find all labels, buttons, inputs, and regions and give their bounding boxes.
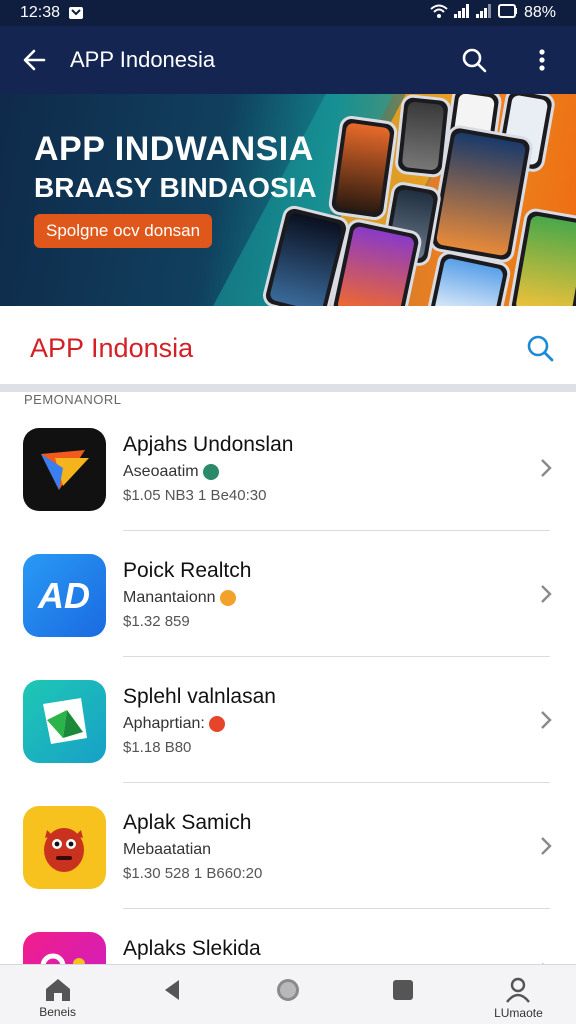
status-bar: 12:38 88%	[0, 0, 576, 26]
banner-subheadline: BRAASY BINDAOSIA	[34, 172, 317, 203]
promo-banner[interactable]: APP INDWANSIA BRAASY BINDAOSIA Spolgne o…	[0, 94, 576, 306]
section-title: APP Indonsia	[30, 332, 194, 363]
app-category: Manantaionn	[123, 589, 216, 606]
app-name: Aplaks Slekida	[123, 937, 261, 960]
home-circle-icon	[277, 978, 299, 1001]
app-meta: $1.30 528 1 B660:20	[123, 865, 263, 882]
list-item[interactable]: AD Poick Realtch Manantaionn $1.32 859	[0, 531, 576, 657]
app-category: Mebaatatian	[123, 841, 212, 858]
nav-profile-label: LUmaote	[494, 1005, 543, 1020]
svg-text:AD: AD	[37, 575, 90, 616]
globe-badge-icon	[202, 464, 219, 480]
app-name: Poick Realtch	[123, 559, 252, 582]
banner-cta-button[interactable]: Spolgne ocv donsan	[34, 214, 213, 248]
bottom-navigation: Beneis LUmaote	[0, 964, 576, 1024]
status-time: 12:38	[20, 4, 61, 21]
section-header: APP Indonsia	[0, 312, 576, 384]
back-button[interactable]	[0, 26, 70, 94]
app-category: Aphaprtian:	[123, 715, 205, 732]
nav-system-home[interactable]	[230, 965, 345, 1024]
recents-square-icon	[393, 979, 414, 1000]
arrow-logo-icon	[23, 428, 106, 511]
chevron-right-icon	[541, 585, 552, 603]
more-vert-icon	[539, 49, 545, 71]
chevron-right-icon	[541, 711, 552, 729]
wifi-icon	[430, 4, 448, 23]
list-item[interactable]: Apjahs Undonslan Aseoaatim $1.05 NB3 1 B…	[0, 405, 576, 531]
search-icon	[527, 335, 554, 362]
battery-percent: 88%	[523, 4, 556, 21]
nav-home[interactable]: Beneis	[0, 965, 115, 1024]
search-button[interactable]	[440, 26, 508, 94]
paper-logo-icon	[23, 680, 106, 763]
gift-badge-icon	[208, 716, 225, 732]
profile-icon	[506, 977, 531, 1003]
signal-icon-2	[475, 3, 492, 23]
app-category: Aseoaatim	[123, 463, 199, 480]
more-options-button[interactable]	[508, 26, 576, 94]
home-icon	[45, 978, 70, 1001]
notification-icon	[68, 6, 84, 20]
search-icon	[462, 48, 487, 73]
emoji-badge-icon	[219, 590, 236, 606]
monster-logo-icon	[23, 806, 106, 889]
app-bar: APP Indonesia	[0, 26, 576, 94]
list-item[interactable]: Splehl valnlasan Aphaprtian: $1.18 B80	[0, 657, 576, 783]
arrow-left-icon	[23, 49, 46, 71]
app-bar-title: APP Indonesia	[70, 47, 216, 72]
app-meta: $1.18 B80	[123, 739, 192, 756]
section-divider	[0, 384, 576, 392]
chevron-right-icon	[541, 837, 552, 855]
ad-logo-icon: AD	[23, 554, 106, 637]
battery-icon	[497, 3, 518, 23]
section-search-button[interactable]	[504, 312, 576, 384]
nav-back[interactable]	[115, 965, 230, 1024]
app-name: Aplak Samich	[123, 811, 252, 834]
chevron-right-icon	[541, 459, 552, 477]
banner-headline: APP INDWANSIA	[34, 130, 314, 168]
app-name: Apjahs Undonslan	[123, 433, 294, 456]
app-meta: $1.05 NB3 1 Be40:30	[123, 487, 267, 504]
app-list: Apjahs Undonslan Aseoaatim $1.05 NB3 1 B…	[0, 405, 576, 1024]
app-meta: $1.32 859	[123, 613, 190, 630]
app-name: Splehl valnlasan	[123, 685, 276, 708]
nav-recents[interactable]	[346, 965, 461, 1024]
back-triangle-icon	[164, 979, 179, 1000]
nav-profile[interactable]: LUmaote	[461, 965, 576, 1024]
list-item[interactable]: Aplak Samich Mebaatatian $1.30 528 1 B66…	[0, 783, 576, 909]
nav-home-label: Beneis	[39, 1004, 76, 1019]
signal-icon	[453, 3, 470, 23]
